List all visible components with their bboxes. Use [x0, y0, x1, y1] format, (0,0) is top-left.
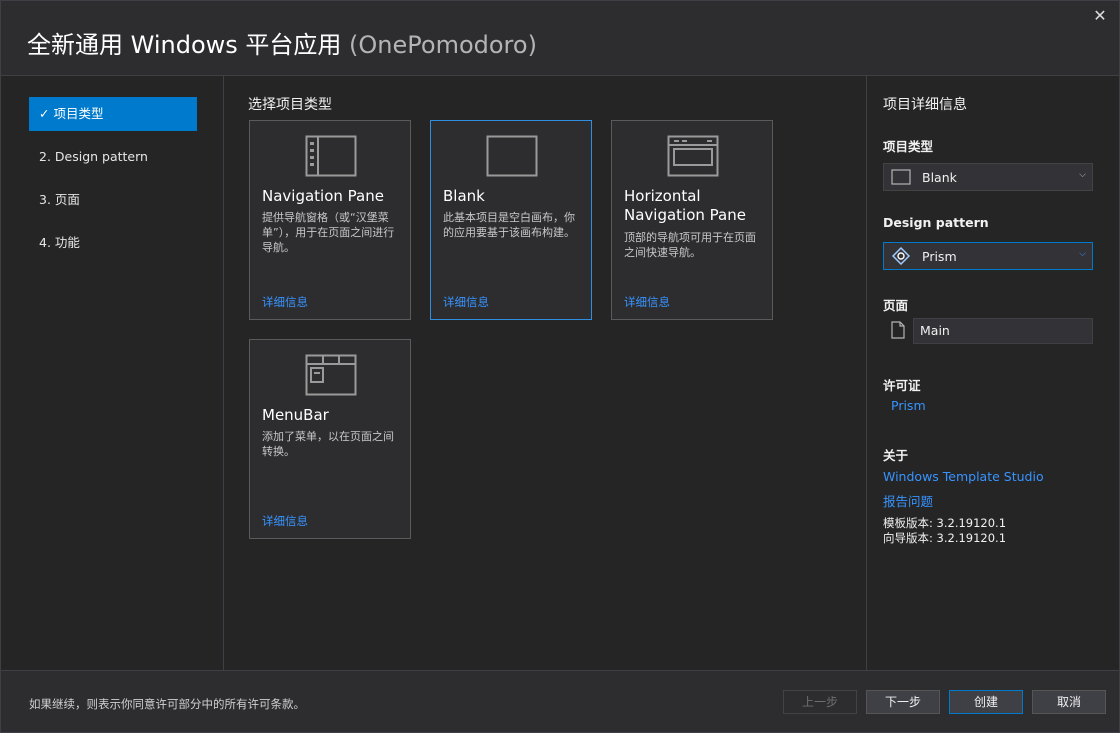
- page-name-field[interactable]: Main: [913, 318, 1093, 344]
- chevron-down-icon: ⌵: [1079, 249, 1086, 259]
- step-project-type[interactable]: ✓ 项目类型: [29, 97, 197, 131]
- card-navigation-pane[interactable]: Navigation Pane 提供导航窗格（或“汉堡菜单”），用于在页面之间进…: [249, 120, 411, 320]
- close-icon[interactable]: ✕: [1091, 7, 1109, 25]
- card-title: MenuBar: [262, 406, 329, 424]
- license-notice: 如果继续，则表示你同意许可部分中的所有许可条款。: [29, 697, 305, 711]
- page-icon: [891, 321, 905, 339]
- create-button[interactable]: 创建: [949, 690, 1023, 714]
- blank-icon: [486, 135, 538, 177]
- report-issue-link[interactable]: 报告问题: [883, 491, 933, 510]
- card-details-link[interactable]: 详细信息: [262, 513, 308, 529]
- card-description: 添加了菜单，以在页面之间转换。: [262, 430, 394, 458]
- navigation-pane-icon: [305, 135, 357, 177]
- footer-bar: 如果继续，则表示你同意许可部分中的所有许可条款。 上一步 下一步 创建 取消: [1, 670, 1119, 732]
- card-blank[interactable]: Blank 此基本项目是空白画布，你的应用要基于该画布构建。 详细信息: [430, 120, 592, 320]
- card-menubar[interactable]: MenuBar 添加了菜单，以在页面之间转换。 详细信息: [249, 339, 411, 539]
- pages-label: 页面: [883, 298, 909, 313]
- window-subtitle: (OnePomodoro): [349, 31, 537, 59]
- card-description: 顶部的导航项可用于在页面之间快速导航。: [624, 231, 756, 259]
- windows-template-studio-link[interactable]: Windows Template Studio: [883, 469, 1044, 484]
- card-details-link[interactable]: 详细信息: [262, 294, 308, 310]
- steps-sidebar: ✓ 项目类型 2. Design pattern 3. 页面 4. 功能: [1, 76, 224, 670]
- panel-heading: 选择项目类型: [248, 97, 332, 113]
- window-title-text: 全新通用 Windows 平台应用: [27, 31, 342, 59]
- template-version: 模板版本: 3.2.19120.1: [883, 516, 1007, 530]
- design-pattern-label: Design pattern: [883, 215, 989, 230]
- horizontal-navigation-icon: [667, 135, 719, 177]
- cancel-button[interactable]: 取消: [1032, 690, 1106, 714]
- license-label: 许可证: [883, 378, 921, 393]
- design-pattern-value: Prism: [922, 249, 957, 264]
- project-type-label: 项目类型: [883, 139, 934, 154]
- card-description: 提供导航窗格（或“汉堡菜单”），用于在页面之间进行导航。: [262, 211, 395, 254]
- menubar-icon: [305, 354, 357, 396]
- step-pages[interactable]: 3. 页面: [29, 183, 197, 217]
- design-pattern-dropdown[interactable]: Prism ⌵: [883, 242, 1093, 270]
- project-type-value: Blank: [922, 170, 957, 185]
- chevron-down-icon: ⌵: [1079, 170, 1086, 180]
- next-button[interactable]: 下一步: [866, 690, 940, 714]
- prism-icon: [891, 247, 911, 265]
- card-title: Horizontal Navigation Pane: [624, 187, 746, 224]
- wizard-version: 向导版本: 3.2.19120.1: [883, 531, 1007, 545]
- title-bar: 全新通用 Windows 平台应用 (OnePomodoro) ✕: [1, 1, 1119, 76]
- project-type-dropdown[interactable]: Blank ⌵: [883, 163, 1093, 191]
- about-label: 关于: [883, 448, 909, 463]
- window-title: 全新通用 Windows 平台应用 (OnePomodoro): [27, 25, 537, 60]
- card-horizontal-navigation-pane[interactable]: Horizontal Navigation Pane 顶部的导航项可用于在页面之…: [611, 120, 773, 320]
- wizard-window: 全新通用 Windows 平台应用 (OnePomodoro) ✕ ✓ 项目类型…: [0, 0, 1120, 733]
- details-heading: 项目详细信息: [883, 97, 967, 113]
- card-title: Blank: [443, 187, 485, 205]
- blank-icon: [891, 169, 911, 185]
- step-features[interactable]: 4. 功能: [29, 226, 197, 260]
- project-type-panel: 选择项目类型 Navigation Pane 提供导航窗格（或“汉堡菜单”），用…: [224, 76, 865, 670]
- card-title: Navigation Pane: [262, 187, 384, 205]
- card-details-link[interactable]: 详细信息: [624, 294, 670, 310]
- card-description: 此基本项目是空白画布，你的应用要基于该画布构建。: [443, 211, 575, 239]
- license-link-prism[interactable]: Prism: [891, 398, 926, 413]
- card-details-link[interactable]: 详细信息: [443, 294, 489, 310]
- previous-button[interactable]: 上一步: [783, 690, 857, 714]
- project-details-panel: 项目详细信息 项目类型 Blank ⌵ Design pattern Prism…: [866, 76, 1119, 670]
- step-design-pattern[interactable]: 2. Design pattern: [29, 140, 197, 174]
